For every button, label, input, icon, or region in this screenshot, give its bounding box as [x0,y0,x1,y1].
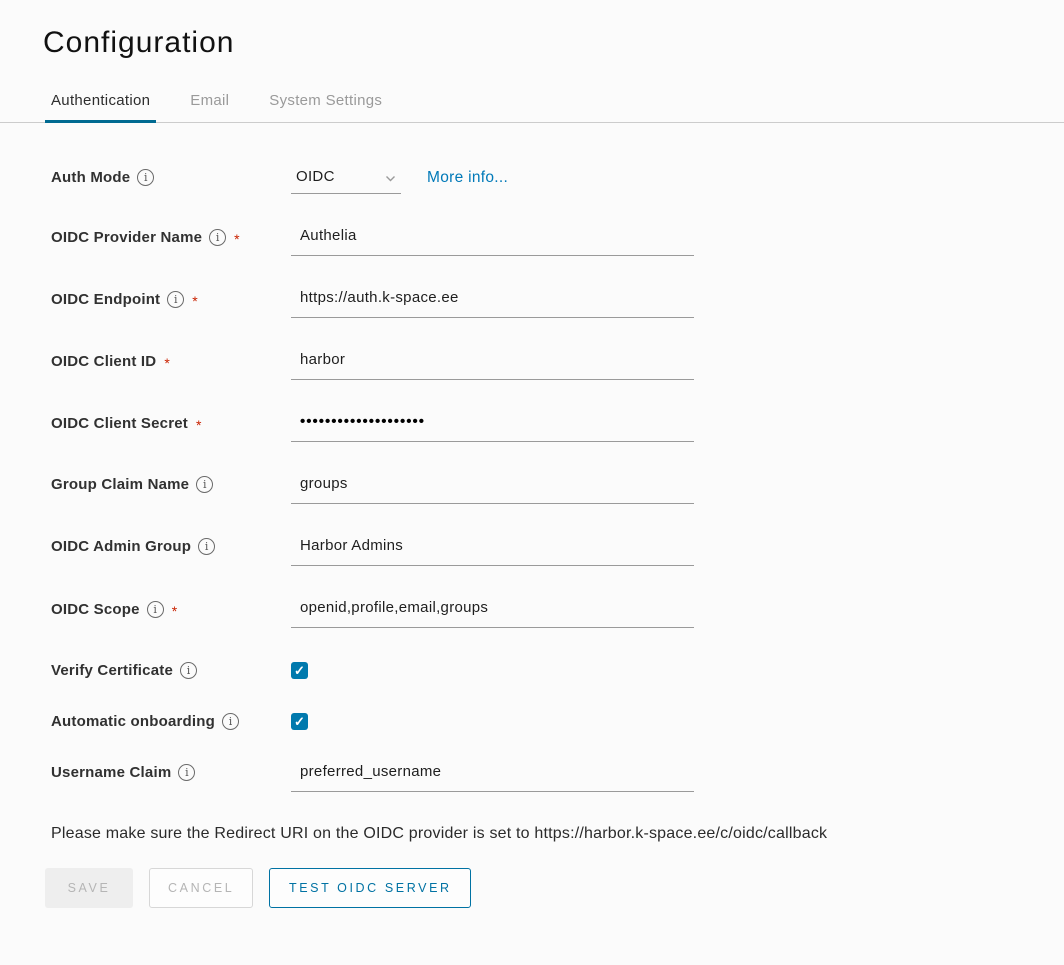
button-bar: SAVE CANCEL TEST OIDC SERVER [45,868,1064,908]
oidc-client-secret-label-group: OIDC Client Secret * [51,413,291,433]
redirect-uri-notice: Please make sure the Redirect URI on the… [51,825,1064,843]
tab-email[interactable]: Email [184,84,235,123]
username-claim-label: Username Claim [51,764,171,781]
configuration-page: Configuration Authentication Email Syste… [0,0,1064,908]
required-asterisk: * [234,228,239,247]
page-title: Configuration [43,26,1064,60]
info-icon[interactable]: i [222,713,239,730]
oidc-client-secret-label: OIDC Client Secret [51,415,188,432]
form-row-username-claim: Username Claim i preferred_username [51,763,1064,792]
form-row-oidc-endpoint: OIDC Endpoint i * https://auth.k-space.ee [51,289,1064,318]
oidc-endpoint-label: OIDC Endpoint [51,291,160,308]
username-claim-input[interactable]: preferred_username [291,763,694,792]
auth-mode-control: OIDC More info... [291,168,508,194]
form: Auth Mode i OIDC More info... OIDC Provider … [51,168,1064,792]
oidc-scope-input[interactable]: openid,profile,email,groups [291,599,694,628]
automatic-onboarding-checkbox[interactable]: ✓ [291,713,308,730]
oidc-client-id-control: harbor [291,351,694,380]
oidc-endpoint-control: https://auth.k-space.ee [291,289,694,318]
form-row-oidc-admin-group: OIDC Admin Group i Harbor Admins [51,537,1064,566]
oidc-endpoint-input[interactable]: https://auth.k-space.ee [291,289,694,318]
form-row-group-claim-name: Group Claim Name i groups [51,475,1064,504]
form-row-oidc-client-id: OIDC Client ID * harbor [51,351,1064,380]
automatic-onboarding-control: ✓ [291,712,308,730]
form-row-oidc-client-secret: OIDC Client Secret * •••••••••••••••••••• [51,413,1064,442]
form-row-oidc-provider-name: OIDC Provider Name i * Authelia [51,227,1064,256]
oidc-provider-name-control: Authelia [291,227,694,256]
auth-mode-select-value: OIDC [296,168,335,185]
group-claim-name-input[interactable]: groups [291,475,694,504]
test-oidc-server-button[interactable]: TEST OIDC SERVER [269,868,471,908]
oidc-client-id-label: OIDC Client ID [51,353,156,370]
form-row-verify-certificate: Verify Certificate i ✓ [51,661,1064,679]
form-row-auth-mode: Auth Mode i OIDC More info... [51,168,1064,194]
oidc-provider-name-input[interactable]: Authelia [291,227,694,256]
oidc-admin-group-label: OIDC Admin Group [51,538,191,555]
oidc-scope-label-group: OIDC Scope i * [51,599,291,619]
cancel-button[interactable]: CANCEL [149,868,253,908]
required-asterisk: * [164,352,169,371]
automatic-onboarding-label: Automatic onboarding [51,713,215,730]
verify-certificate-label: Verify Certificate [51,662,173,679]
automatic-onboarding-label-group: Automatic onboarding i [51,712,291,730]
oidc-endpoint-label-group: OIDC Endpoint i * [51,289,291,309]
tab-bar: Authentication Email System Settings [0,84,1064,123]
info-icon[interactable]: i [147,601,164,618]
oidc-provider-name-label-group: OIDC Provider Name i * [51,227,291,247]
more-info-link[interactable]: More info... [427,168,508,187]
form-row-automatic-onboarding: Automatic onboarding i ✓ [51,712,1064,730]
auth-mode-label-group: Auth Mode i [51,168,291,186]
info-icon[interactable]: i [137,169,154,186]
required-asterisk: * [172,600,177,619]
oidc-admin-group-input[interactable]: Harbor Admins [291,537,694,566]
chevron-down-icon [384,169,397,185]
info-icon[interactable]: i [180,662,197,679]
oidc-client-secret-control: •••••••••••••••••••• [291,413,694,442]
group-claim-name-label: Group Claim Name [51,476,189,493]
verify-certificate-label-group: Verify Certificate i [51,661,291,679]
form-row-oidc-scope: OIDC Scope i * openid,profile,email,groups [51,599,1064,628]
required-asterisk: * [192,290,197,309]
auth-mode-select[interactable]: OIDC [291,168,401,194]
username-claim-control: preferred_username [291,763,694,792]
info-icon[interactable]: i [198,538,215,555]
verify-certificate-checkbox[interactable]: ✓ [291,662,308,679]
tab-system-settings[interactable]: System Settings [263,84,388,123]
verify-certificate-control: ✓ [291,661,308,679]
info-icon[interactable]: i [196,476,213,493]
info-icon[interactable]: i [167,291,184,308]
required-asterisk: * [196,414,201,433]
group-claim-name-control: groups [291,475,694,504]
oidc-provider-name-label: OIDC Provider Name [51,229,202,246]
oidc-client-secret-input[interactable]: •••••••••••••••••••• [291,413,694,442]
save-button[interactable]: SAVE [45,868,133,908]
oidc-admin-group-label-group: OIDC Admin Group i [51,537,291,555]
info-icon[interactable]: i [209,229,226,246]
oidc-client-id-input[interactable]: harbor [291,351,694,380]
oidc-scope-label: OIDC Scope [51,601,140,618]
info-icon[interactable]: i [178,764,195,781]
oidc-admin-group-control: Harbor Admins [291,537,694,566]
auth-mode-label: Auth Mode [51,169,130,186]
oidc-client-id-label-group: OIDC Client ID * [51,351,291,371]
tab-authentication[interactable]: Authentication [45,84,156,123]
oidc-scope-control: openid,profile,email,groups [291,599,694,628]
group-claim-name-label-group: Group Claim Name i [51,475,291,493]
username-claim-label-group: Username Claim i [51,763,291,781]
